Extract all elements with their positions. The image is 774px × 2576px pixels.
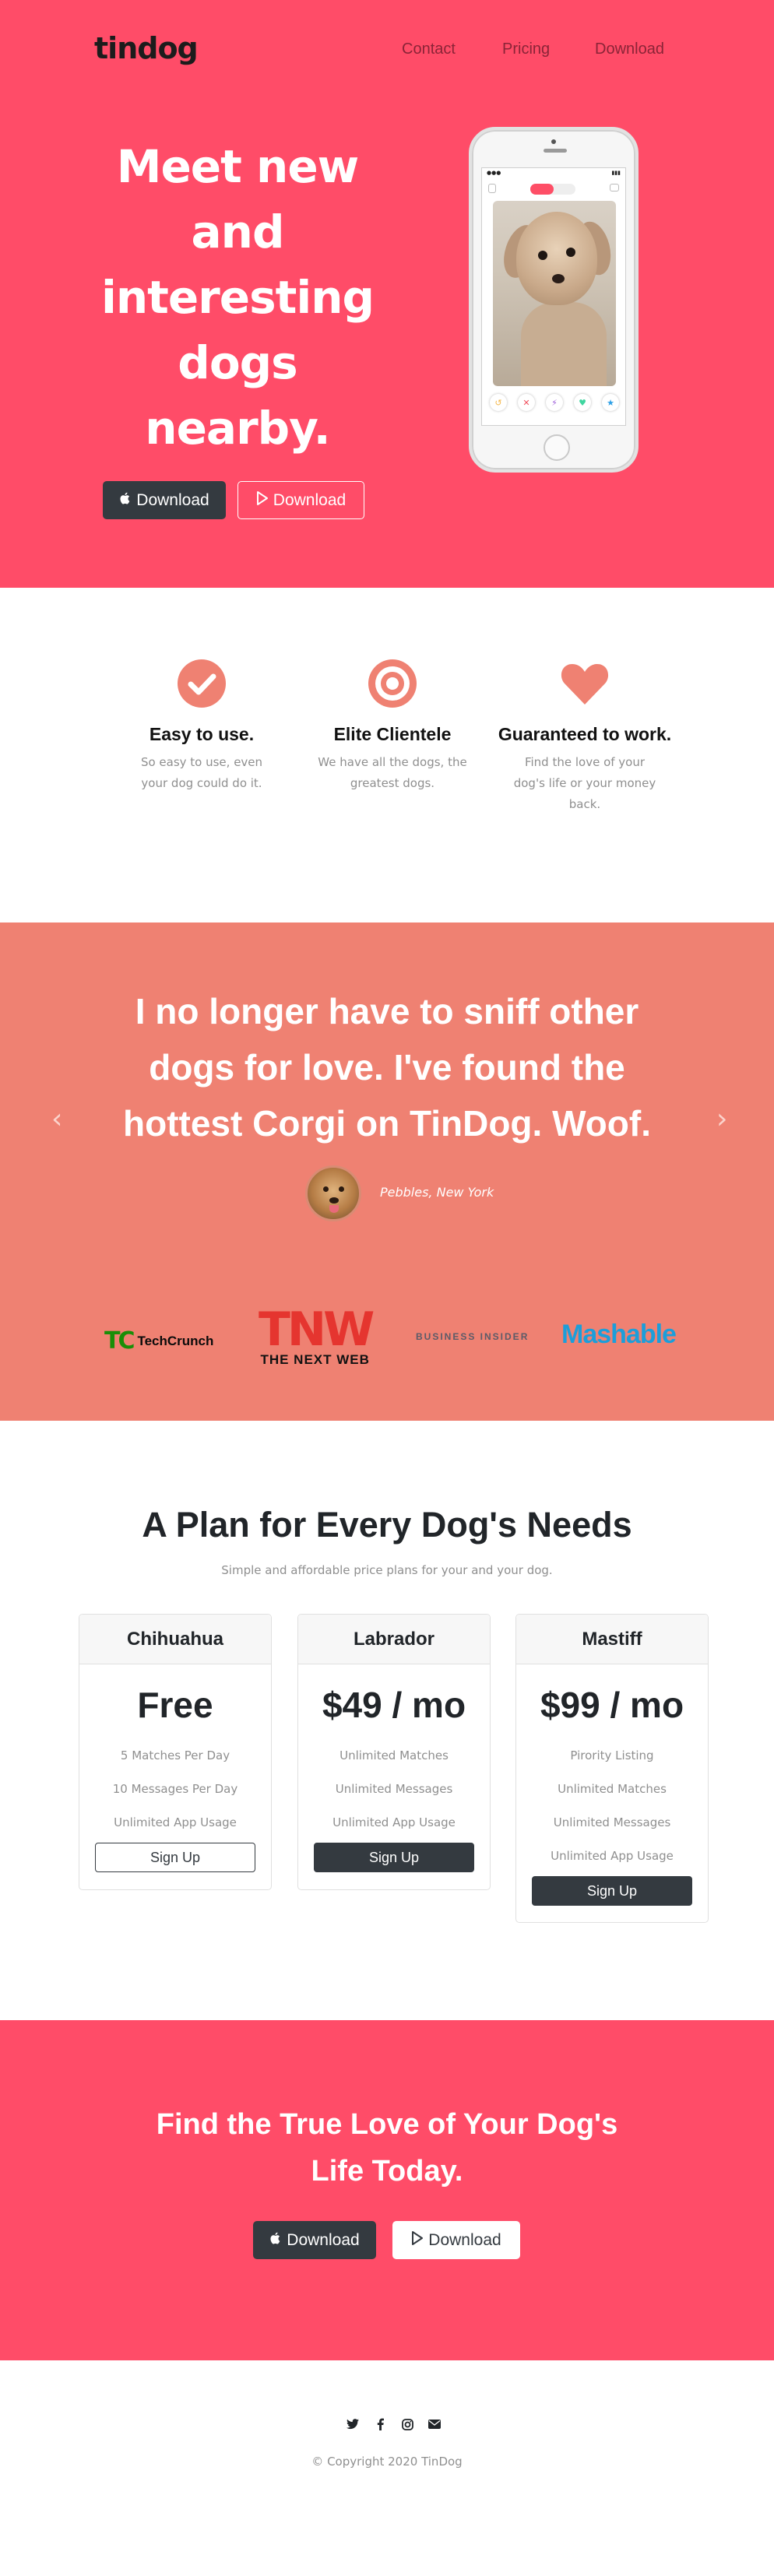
plan-feature: Unlimited Messages <box>335 1782 453 1796</box>
pricing-section: A Plan for Every Dog's Needs Simple and … <box>0 1421 774 2020</box>
check-circle-icon <box>178 659 226 708</box>
nav-contact-link[interactable]: Contact <box>402 40 456 58</box>
plan-price: $49 / mo <box>322 1685 466 1725</box>
sign-up-button[interactable]: Sign Up <box>314 1843 474 1872</box>
plan-feature: Unlimited Matches <box>558 1782 667 1796</box>
nope-icon: ✕ <box>518 394 535 411</box>
google-play-download-button[interactable]: Download <box>237 481 364 519</box>
apple-download-label: Download <box>136 490 209 509</box>
bullseye-icon <box>368 659 417 708</box>
plan-name: Chihuahua <box>79 1615 271 1664</box>
phone-camera <box>551 139 556 144</box>
apple-download-button[interactable]: Download <box>103 481 226 519</box>
techcrunch-mark-icon: TC <box>104 1327 135 1355</box>
plan-name: Labrador <box>298 1615 490 1664</box>
rewind-icon: ↺ <box>490 394 507 411</box>
plan-price: Free <box>137 1685 213 1725</box>
phone-screen: ●●● ▮▮▮ ↺ ✕ ⚡ ♥ ★ <box>481 167 626 426</box>
feature-easy-to-use: Easy to use. So easy to use, even your d… <box>111 658 292 794</box>
carousel-next-icon[interactable]: › <box>716 1103 727 1135</box>
hero-section: tindog Contact Pricing Download Meet new… <box>0 0 774 588</box>
boost-icon: ⚡ <box>546 394 563 411</box>
feature-text: We have all the dogs, the greatest dogs. <box>318 755 467 790</box>
plan-feature: Unlimited Matches <box>340 1748 449 1762</box>
techcrunch-logo: TC TechCrunch <box>104 1327 214 1355</box>
brand-logo[interactable]: tindog <box>94 31 199 65</box>
app-action-bar: ↺ ✕ ⚡ ♥ ★ <box>490 394 619 411</box>
phone-speaker <box>544 149 567 153</box>
business-insider-logo: BUSINESS INSIDER <box>416 1331 529 1342</box>
apple-download-button[interactable]: Download <box>253 2221 376 2259</box>
apple-download-label: Download <box>287 2230 360 2249</box>
plan-feature: 5 Matches Per Day <box>120 1748 230 1762</box>
google-play-download-label: Download <box>273 490 347 509</box>
copyright-text: © Copyright 2020 TinDog <box>311 2455 463 2469</box>
plan-feature: Pirority Listing <box>570 1748 654 1762</box>
plan-card-mastiff: Mastiff $99 / mo Pirority Listing Unlimi… <box>515 1614 709 1923</box>
feature-title: Easy to use. <box>149 724 255 744</box>
plan-name: Mastiff <box>516 1615 708 1664</box>
cta-title: Find the True Love of Your Dog's Life To… <box>156 2108 618 2188</box>
plan-feature: Unlimited App Usage <box>332 1815 456 1829</box>
phone-mockup: ●●● ▮▮▮ ↺ ✕ ⚡ ♥ ★ <box>469 127 639 473</box>
feature-title: Guaranteed to work. <box>498 724 672 744</box>
like-icon: ♥ <box>574 394 591 411</box>
feature-elite-clientele: Elite Clientele We have all the dogs, th… <box>302 658 483 794</box>
sign-up-button[interactable]: Sign Up <box>95 1843 255 1872</box>
feature-title: Elite Clientele <box>333 724 452 744</box>
apple-icon <box>119 491 132 510</box>
superlike-icon: ★ <box>602 394 619 411</box>
mashable-logo: Mashable <box>561 1320 677 1349</box>
pricing-subtitle: Simple and affordable price plans for yo… <box>221 1563 553 1577</box>
google-play-download-button[interactable]: Download <box>392 2221 520 2259</box>
sign-up-button[interactable]: Sign Up <box>532 1876 692 1906</box>
plan-feature: Unlimited Messages <box>553 1815 671 1829</box>
footer: © Copyright 2020 TinDog <box>0 2360 774 2576</box>
nav-download-link[interactable]: Download <box>595 40 664 58</box>
plan-feature: 10 Messages Per Day <box>112 1782 238 1796</box>
social-links <box>347 2418 441 2430</box>
feature-text: Find the love of your dog's life or your… <box>513 755 656 811</box>
hero-title: Meet new and interesting dogs nearby. <box>100 140 375 455</box>
app-toggle <box>530 184 575 195</box>
plan-feature: Unlimited App Usage <box>551 1849 674 1863</box>
google-play-icon <box>411 2230 424 2250</box>
profile-icon <box>488 184 496 193</box>
apple-icon <box>269 2231 282 2250</box>
plan-card-chihuahua: Chihuahua Free 5 Matches Per Day 10 Mess… <box>79 1614 272 1890</box>
pricing-title: A Plan for Every Dog's Needs <box>142 1505 632 1545</box>
instagram-icon[interactable] <box>401 2418 413 2430</box>
twitter-icon[interactable] <box>347 2418 359 2430</box>
dog-photo <box>493 201 616 386</box>
phone-status-bar: ●●● ▮▮▮ <box>487 170 621 176</box>
phone-home-button <box>544 434 570 461</box>
nav-pricing-link[interactable]: Pricing <box>502 40 550 58</box>
heart-icon <box>561 664 609 705</box>
chat-icon <box>610 184 619 192</box>
feature-text: So easy to use, even your dog could do i… <box>140 755 263 790</box>
cta-section: Find the True Love of Your Dog's Life To… <box>0 2020 774 2360</box>
plan-card-labrador: Labrador $49 / mo Unlimited Matches Unli… <box>297 1614 491 1890</box>
google-play-download-label: Download <box>428 2230 501 2249</box>
testimonial-avatar <box>305 1165 361 1221</box>
google-play-icon <box>256 490 269 510</box>
plan-feature: Unlimited App Usage <box>114 1815 237 1829</box>
features-section: Easy to use. So easy to use, even your d… <box>0 588 774 923</box>
plan-price: $99 / mo <box>540 1685 684 1725</box>
testimonial-section: I no longer have to sniff other dogs for… <box>0 923 774 1421</box>
feature-guaranteed: Guaranteed to work. Find the love of you… <box>494 658 675 815</box>
facebook-icon[interactable] <box>374 2418 386 2430</box>
carousel-prev-icon[interactable]: ‹ <box>51 1103 62 1135</box>
tnw-logo: TNW THE NEXT WEB <box>259 1302 375 1367</box>
testimonial-author: Pebbles, New York <box>380 1185 494 1200</box>
testimonial-quote: I no longer have to sniff other dogs for… <box>123 991 651 1144</box>
envelope-icon[interactable] <box>428 2418 441 2430</box>
